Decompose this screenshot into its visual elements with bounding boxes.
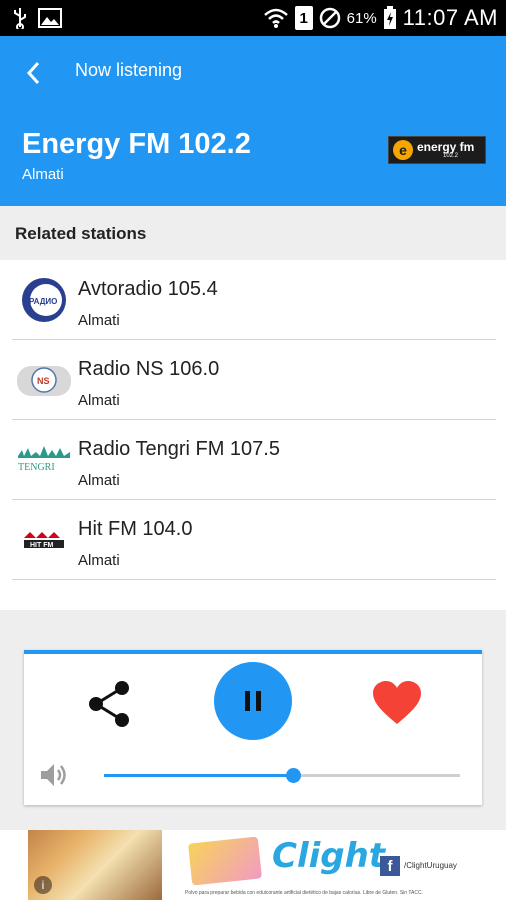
favorite-button[interactable] bbox=[372, 680, 422, 726]
volume-slider-fill bbox=[104, 774, 293, 777]
station-city: Almati bbox=[78, 552, 120, 569]
volume-icon bbox=[41, 764, 66, 786]
station-name: Energy FM 102.2 bbox=[22, 128, 251, 160]
svg-text:TENGRI: TENGRI bbox=[18, 462, 55, 473]
battery-percent: 61% bbox=[346, 9, 377, 27]
ad-banner[interactable]: i Clight f /ClightUruguay Polvo para pre… bbox=[0, 830, 506, 900]
wifi-icon bbox=[263, 7, 289, 29]
station-city: Almati bbox=[78, 312, 120, 329]
player-card bbox=[24, 650, 482, 805]
ad-brand: Clight bbox=[272, 836, 386, 876]
station-name: Avtoradio 105.4 bbox=[78, 278, 218, 300]
logo-mark: e bbox=[393, 140, 413, 160]
do-not-disturb-icon bbox=[319, 7, 341, 29]
back-arrow-icon bbox=[26, 61, 40, 85]
battery-icon bbox=[383, 6, 397, 30]
clock: 11:07 AM bbox=[402, 5, 498, 30]
volume-slider-thumb[interactable] bbox=[285, 768, 301, 783]
svg-text:HIT FM: HIT FM bbox=[30, 542, 53, 549]
station-item-avtoradio[interactable]: РАДИО Avtoradio 105.4 Almati bbox=[12, 260, 496, 340]
sim-number: 1 bbox=[299, 9, 308, 27]
share-button[interactable] bbox=[86, 678, 134, 730]
image-icon bbox=[38, 8, 62, 28]
ad-fine-print: Polvo para preparar bebida con edulcoran… bbox=[185, 890, 424, 896]
station-item-radio-ns[interactable]: NS Radio NS 106.0 Almati bbox=[12, 340, 496, 420]
back-button[interactable] bbox=[18, 58, 48, 88]
pause-icon bbox=[245, 691, 261, 711]
now-listening-header: Now listening Energy FM 102.2 Almati e e… bbox=[0, 36, 506, 206]
ad-photo: i bbox=[28, 830, 162, 900]
station-name: Hit FM 104.0 bbox=[78, 518, 193, 540]
heart-icon bbox=[373, 681, 421, 724]
related-stations-header: Related stations bbox=[0, 206, 506, 260]
tengri-logo: TENGRI bbox=[16, 436, 72, 484]
ad-handle: /ClightUruguay bbox=[404, 861, 457, 870]
svg-text:NS: NS bbox=[37, 376, 50, 386]
sim-icon: 1 bbox=[294, 6, 313, 30]
volume-slider[interactable] bbox=[104, 768, 460, 783]
avtoradio-logo: РАДИО bbox=[16, 276, 72, 324]
station-city: Almati bbox=[22, 166, 64, 183]
hit-fm-logo: HIT FM bbox=[16, 516, 72, 564]
share-icon bbox=[89, 681, 129, 727]
related-stations-title: Related stations bbox=[15, 224, 147, 243]
facebook-icon: f bbox=[380, 856, 400, 876]
radio-ns-logo: NS bbox=[16, 356, 72, 404]
logo-sub: 102.2 bbox=[443, 153, 459, 159]
station-name: Radio Tengri FM 107.5 bbox=[78, 438, 280, 460]
ad-info-icon[interactable]: i bbox=[34, 876, 52, 894]
related-stations-list: РАДИО Avtoradio 105.4 Almati NS Radio NS… bbox=[0, 260, 506, 610]
ad-product-pack bbox=[187, 836, 263, 886]
status-bar: 1 61% 11:07 AM bbox=[0, 0, 506, 36]
station-item-tengri[interactable]: TENGRI Radio Tengri FM 107.5 Almati bbox=[12, 420, 496, 500]
pause-button[interactable] bbox=[214, 662, 292, 740]
station-city: Almati bbox=[78, 472, 120, 489]
logo-text: energy fm bbox=[417, 140, 475, 154]
station-name: Radio NS 106.0 bbox=[78, 358, 220, 380]
usb-icon bbox=[12, 7, 28, 29]
toolbar-title: Now listening bbox=[75, 60, 183, 80]
player-area bbox=[0, 610, 506, 830]
station-logo: e energy fm 102.2 bbox=[388, 136, 486, 164]
svg-text:РАДИО: РАДИО bbox=[29, 297, 57, 306]
station-item-hit-fm[interactable]: HIT FM Hit FM 104.0 Almati bbox=[12, 500, 496, 580]
station-city: Almati bbox=[78, 392, 120, 409]
volume-button[interactable] bbox=[38, 760, 68, 790]
